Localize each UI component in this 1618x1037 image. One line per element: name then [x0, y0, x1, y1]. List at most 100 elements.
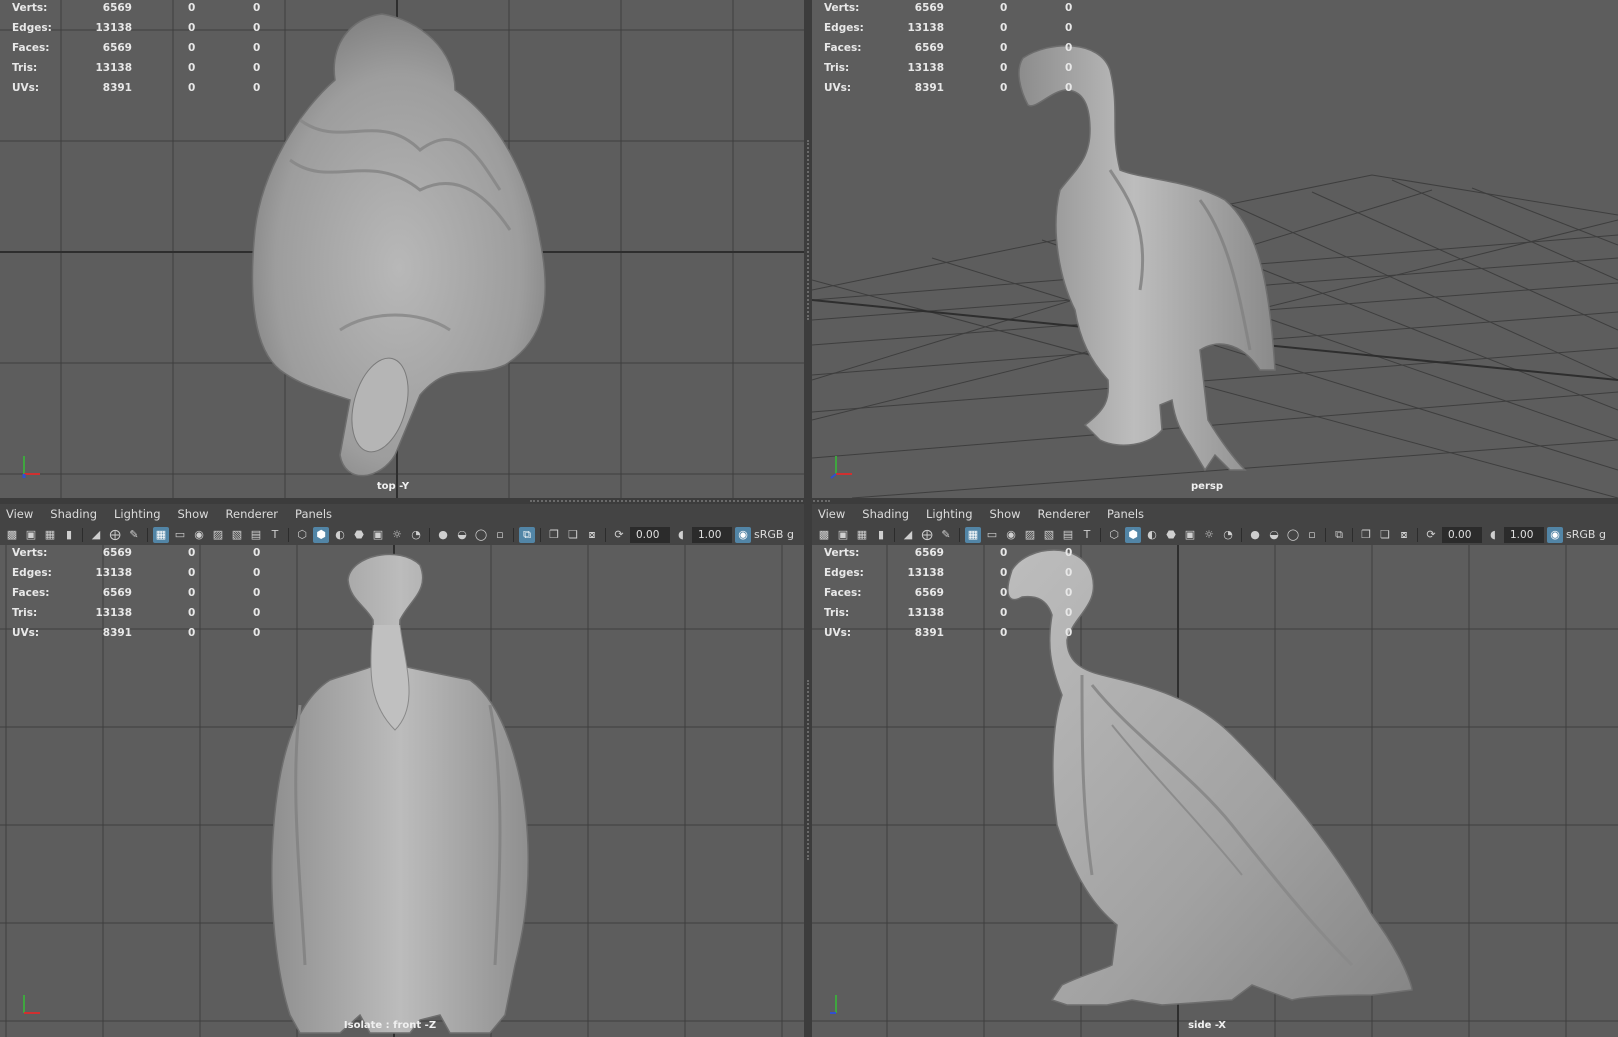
- film-gate-icon[interactable]: ▭: [984, 527, 1000, 543]
- grid-icon[interactable]: ▦: [153, 526, 169, 543]
- resolution-gate-icon[interactable]: ◉: [191, 527, 207, 543]
- camera-attributes-icon[interactable]: ▣: [23, 527, 39, 543]
- safe-action-icon[interactable]: ▤: [248, 527, 264, 543]
- menu-shading[interactable]: Shading: [50, 507, 97, 521]
- screen-space-ao-icon[interactable]: ●: [435, 527, 451, 543]
- color-management-icon[interactable]: ◉: [1547, 526, 1563, 543]
- use-all-lights-icon[interactable]: ▣: [1182, 527, 1198, 543]
- bookmark-camera-icon[interactable]: ▦: [854, 527, 870, 543]
- xray-joints-icon[interactable]: ❏: [1377, 527, 1393, 543]
- isolate-icon[interactable]: ⧉: [519, 526, 535, 543]
- axis-gizmo-icon: [22, 456, 40, 478]
- wireframe-on-shaded-icon[interactable]: ◐: [1144, 527, 1160, 543]
- color-space-label[interactable]: sRGB g: [1566, 528, 1606, 541]
- menu-panels[interactable]: Panels: [295, 507, 332, 521]
- menu-panels[interactable]: Panels: [1107, 507, 1144, 521]
- viewport-persp[interactable]: Verts: 6569 0 0 Edges: 13138 0 0 Faces: 6569 0 0 …: [812, 0, 1618, 498]
- lights-icon[interactable]: ☼: [389, 527, 405, 543]
- field-chart-icon[interactable]: ▧: [229, 527, 245, 543]
- bookmark-icon[interactable]: ▮: [61, 527, 77, 543]
- safe-title-icon[interactable]: T: [267, 527, 283, 543]
- menu-lighting[interactable]: Lighting: [114, 507, 160, 521]
- gamma-icon[interactable]: ◖: [673, 527, 689, 543]
- xray-components-icon[interactable]: ⧇: [584, 527, 600, 543]
- viewport-divider-vertical[interactable]: [804, 0, 812, 1037]
- menu-shading[interactable]: Shading: [862, 507, 909, 521]
- field-chart-icon[interactable]: ▧: [1041, 527, 1057, 543]
- menu-view[interactable]: View: [6, 507, 33, 521]
- use-all-lights-icon[interactable]: ▣: [370, 527, 386, 543]
- exposure-icon[interactable]: ⟳: [1423, 527, 1439, 543]
- smooth-shade-icon[interactable]: ⬢: [1125, 526, 1141, 543]
- menu-renderer[interactable]: Renderer: [226, 507, 279, 521]
- grid-icon[interactable]: ▦: [965, 526, 981, 543]
- image-plane-icon[interactable]: ◢: [900, 527, 916, 543]
- isolate-icon[interactable]: ⧉: [1331, 527, 1347, 543]
- textured-icon[interactable]: ⬣: [1163, 527, 1179, 543]
- wireframe-icon[interactable]: ⬡: [1106, 527, 1122, 543]
- wireframe-on-shaded-icon[interactable]: ◐: [332, 527, 348, 543]
- smooth-shade-icon[interactable]: ⬢: [313, 526, 329, 543]
- camera-attributes-icon[interactable]: ▣: [835, 527, 851, 543]
- menu-lighting[interactable]: Lighting: [926, 507, 972, 521]
- bookmark-camera-icon[interactable]: ▦: [42, 527, 58, 543]
- menu-renderer[interactable]: Renderer: [1038, 507, 1091, 521]
- xray-components-icon[interactable]: ⧇: [1396, 527, 1412, 543]
- stat-row-faces: Faces: 6569 0 0: [824, 587, 1073, 599]
- film-gate-icon[interactable]: ▭: [172, 527, 188, 543]
- stat-row-tris: Tris: 13138 0 0: [12, 62, 261, 74]
- camera-label: Isolate : front -Z: [343, 1020, 437, 1031]
- stat-row-verts: Verts: 6569 0 0: [12, 2, 261, 14]
- xray-icon[interactable]: ❐: [1358, 527, 1374, 543]
- wireframe-icon[interactable]: ⬡: [294, 527, 310, 543]
- safe-title-icon[interactable]: T: [1079, 527, 1095, 543]
- stat-row-verts: Verts: 6569 0 0: [12, 547, 261, 559]
- viewport-front[interactable]: Verts: 6569 0 0 Edges: 13138 0 0 Faces: 6569 0 0 …: [0, 545, 804, 1037]
- image-plane-icon[interactable]: ◢: [88, 527, 104, 543]
- grease-pencil-icon[interactable]: ✎: [126, 527, 142, 543]
- select-camera-icon[interactable]: ▩: [4, 527, 20, 543]
- depth-of-field-icon[interactable]: ▫: [492, 527, 508, 543]
- screen-space-ao-icon[interactable]: ●: [1247, 527, 1263, 543]
- viewport-top[interactable]: Verts: 6569 0 0 Edges: 13138 0 0 Faces: 6569 0 0 …: [0, 0, 804, 498]
- bookmark-icon[interactable]: ▮: [873, 527, 889, 543]
- select-camera-icon[interactable]: ▩: [816, 527, 832, 543]
- shadows-icon[interactable]: ◔: [1220, 527, 1236, 543]
- stat-row-verts: Verts: 6569 0 0: [824, 547, 1073, 559]
- anti-aliasing-icon[interactable]: ◯: [1285, 527, 1301, 543]
- viewport-side[interactable]: Verts: 6569 0 0 Edges: 13138 0 0 Faces: 6569 0 0 …: [812, 545, 1618, 1037]
- xray-joints-icon[interactable]: ❏: [565, 527, 581, 543]
- gamma-field[interactable]: 1.00: [692, 526, 732, 543]
- menu-show[interactable]: Show: [178, 507, 209, 521]
- stat-row-uvs: UVs: 8391 0 0: [824, 82, 1073, 94]
- safe-action-icon[interactable]: ▤: [1060, 527, 1076, 543]
- shadows-icon[interactable]: ◔: [408, 527, 424, 543]
- exposure-field[interactable]: 0.00: [630, 526, 670, 543]
- 2d-pan-zoom-icon[interactable]: ⨁: [107, 527, 123, 543]
- grease-pencil-icon[interactable]: ✎: [938, 527, 954, 543]
- 2d-pan-zoom-icon[interactable]: ⨁: [919, 527, 935, 543]
- color-management-icon[interactable]: ◉: [735, 526, 751, 543]
- motion-blur-icon[interactable]: ◒: [454, 527, 470, 543]
- exposure-field[interactable]: 0.00: [1442, 526, 1482, 543]
- stat-row-verts: Verts: 6569 0 0: [824, 2, 1073, 14]
- exposure-icon[interactable]: ⟳: [611, 527, 627, 543]
- motion-blur-icon[interactable]: ◒: [1266, 527, 1282, 543]
- gate-mask-icon[interactable]: ▨: [210, 527, 226, 543]
- depth-of-field-icon[interactable]: ▫: [1304, 527, 1320, 543]
- resolution-gate-icon[interactable]: ◉: [1003, 527, 1019, 543]
- menu-view[interactable]: View: [818, 507, 845, 521]
- menu-show[interactable]: Show: [990, 507, 1021, 521]
- stat-row-edges: Edges: 13138 0 0: [824, 22, 1073, 34]
- xray-icon[interactable]: ❐: [546, 527, 562, 543]
- gamma-field[interactable]: 1.00: [1504, 526, 1544, 543]
- camera-label: persp: [1191, 481, 1223, 492]
- anti-aliasing-icon[interactable]: ◯: [473, 527, 489, 543]
- lights-icon[interactable]: ☼: [1201, 527, 1217, 543]
- textured-icon[interactable]: ⬣: [351, 527, 367, 543]
- stat-row-uvs: UVs: 8391 0 0: [824, 627, 1073, 639]
- panel-menubar: View Shading Lighting Show Renderer Pane…: [812, 504, 1618, 524]
- gate-mask-icon[interactable]: ▨: [1022, 527, 1038, 543]
- color-space-label[interactable]: sRGB g: [754, 528, 794, 541]
- gamma-icon[interactable]: ◖: [1485, 527, 1501, 543]
